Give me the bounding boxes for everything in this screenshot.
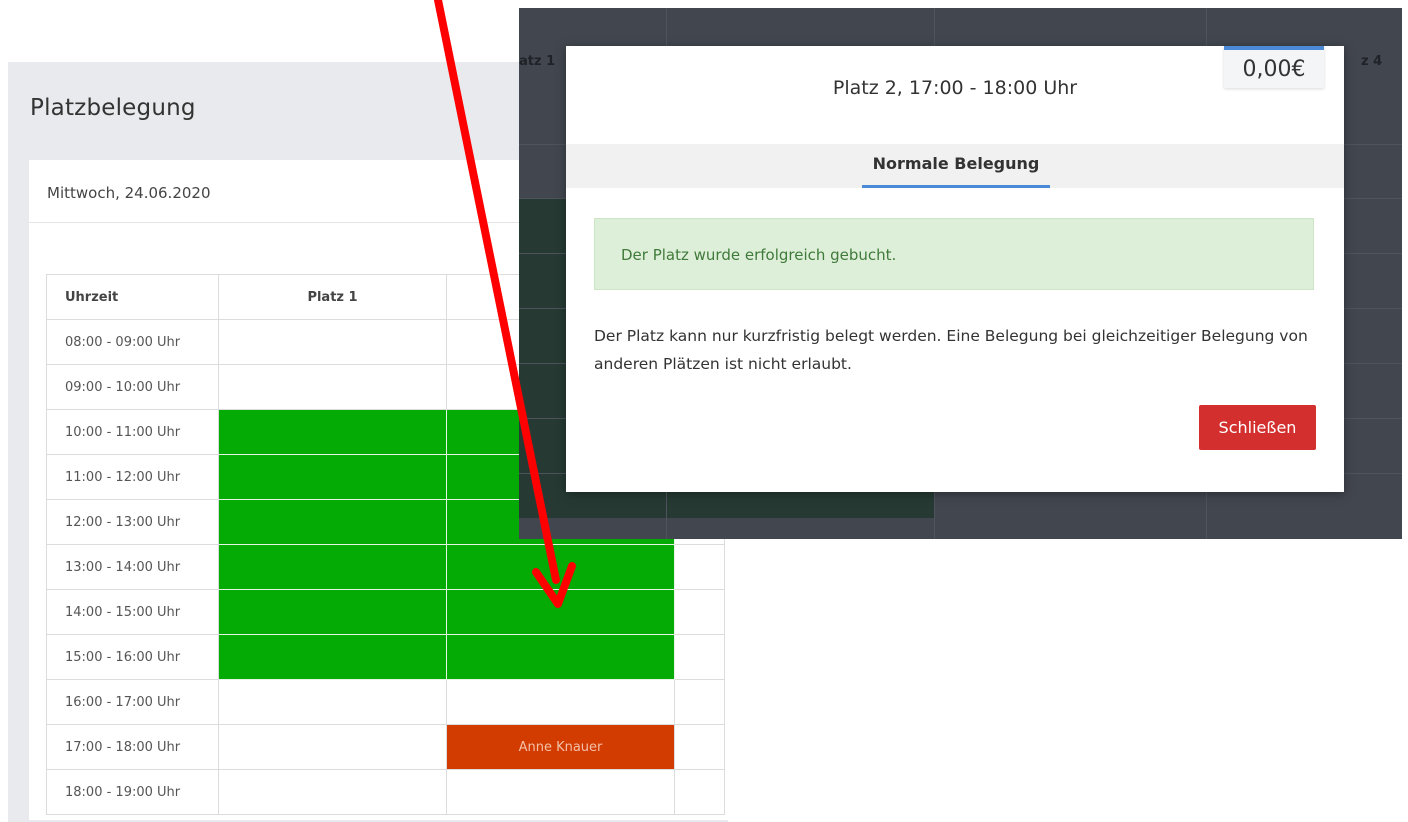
- slot-cell[interactable]: [674, 679, 725, 725]
- slot-cell[interactable]: [674, 769, 725, 815]
- table-row: 18:00 - 19:00 Uhr: [46, 769, 725, 815]
- booked-slot-anne-knauer[interactable]: Anne Knauer: [446, 724, 675, 770]
- slot-cell-occupied[interactable]: [218, 409, 447, 455]
- slot-cell-occupied[interactable]: [218, 589, 447, 635]
- backdrop-column-header-right: z 4: [1361, 54, 1383, 69]
- slot-cell[interactable]: [674, 589, 725, 635]
- slot-cell[interactable]: [218, 769, 447, 815]
- time-cell: 12:00 - 13:00 Uhr: [46, 499, 219, 545]
- time-cell: 11:00 - 12:00 Uhr: [46, 454, 219, 500]
- close-button[interactable]: Schließen: [1199, 405, 1316, 450]
- slot-cell[interactable]: [218, 319, 447, 365]
- table-row: 16:00 - 17:00 Uhr: [46, 679, 725, 725]
- time-cell: 18:00 - 19:00 Uhr: [46, 769, 219, 815]
- time-cell: 17:00 - 18:00 Uhr: [46, 724, 219, 770]
- modal-info-text: Der Platz kann nur kurzfristig belegt we…: [594, 327, 1308, 373]
- slot-cell-occupied[interactable]: [218, 454, 447, 500]
- slot-cell-occupied[interactable]: [218, 499, 447, 545]
- time-cell: 15:00 - 16:00 Uhr: [46, 634, 219, 680]
- tab-normale-belegung[interactable]: Normale Belegung: [862, 144, 1050, 188]
- time-cell: 13:00 - 14:00 Uhr: [46, 544, 219, 590]
- slot-cell[interactable]: [446, 679, 675, 725]
- time-cell: 14:00 - 15:00 Uhr: [46, 589, 219, 635]
- booking-modal: Platz 2, 17:00 - 18:00 Uhr 0,00€ Normale…: [566, 46, 1344, 492]
- price-badge: 0,00€: [1224, 46, 1324, 88]
- slot-cell[interactable]: [674, 544, 725, 590]
- slot-cell[interactable]: [218, 724, 447, 770]
- slot-cell-occupied[interactable]: [446, 589, 675, 635]
- time-cell: 10:00 - 11:00 Uhr: [46, 409, 219, 455]
- slot-cell-occupied[interactable]: [446, 544, 675, 590]
- slot-cell[interactable]: [674, 724, 725, 770]
- slot-cell[interactable]: [218, 364, 447, 410]
- time-cell: 09:00 - 10:00 Uhr: [46, 364, 219, 410]
- slot-cell-occupied[interactable]: [446, 634, 675, 680]
- time-cell: 16:00 - 17:00 Uhr: [46, 679, 219, 725]
- slot-cell[interactable]: [446, 769, 675, 815]
- slot-cell-occupied[interactable]: [218, 544, 447, 590]
- column-header-time: Uhrzeit: [46, 274, 219, 320]
- slot-cell[interactable]: [674, 634, 725, 680]
- slot-cell-occupied[interactable]: [218, 634, 447, 680]
- date-label: Mittwoch, 24.06.2020: [47, 184, 211, 202]
- time-cell: 08:00 - 09:00 Uhr: [46, 319, 219, 365]
- column-header-platz-1: Platz 1: [218, 274, 447, 320]
- success-alert: Der Platz wurde erfolgreich gebucht.: [594, 218, 1314, 290]
- table-row: 14:00 - 15:00 Uhr: [46, 589, 725, 635]
- modal-tab-bar: Normale Belegung: [566, 144, 1344, 188]
- table-row: 13:00 - 14:00 Uhr: [46, 544, 725, 590]
- page-title: Platzbelegung: [30, 95, 196, 121]
- table-row: 15:00 - 16:00 Uhr: [46, 634, 725, 680]
- slot-cell[interactable]: [218, 679, 447, 725]
- table-row: 17:00 - 18:00 Uhr Anne Knauer: [46, 724, 725, 770]
- backdrop-column-header-left: atz 1: [519, 54, 556, 69]
